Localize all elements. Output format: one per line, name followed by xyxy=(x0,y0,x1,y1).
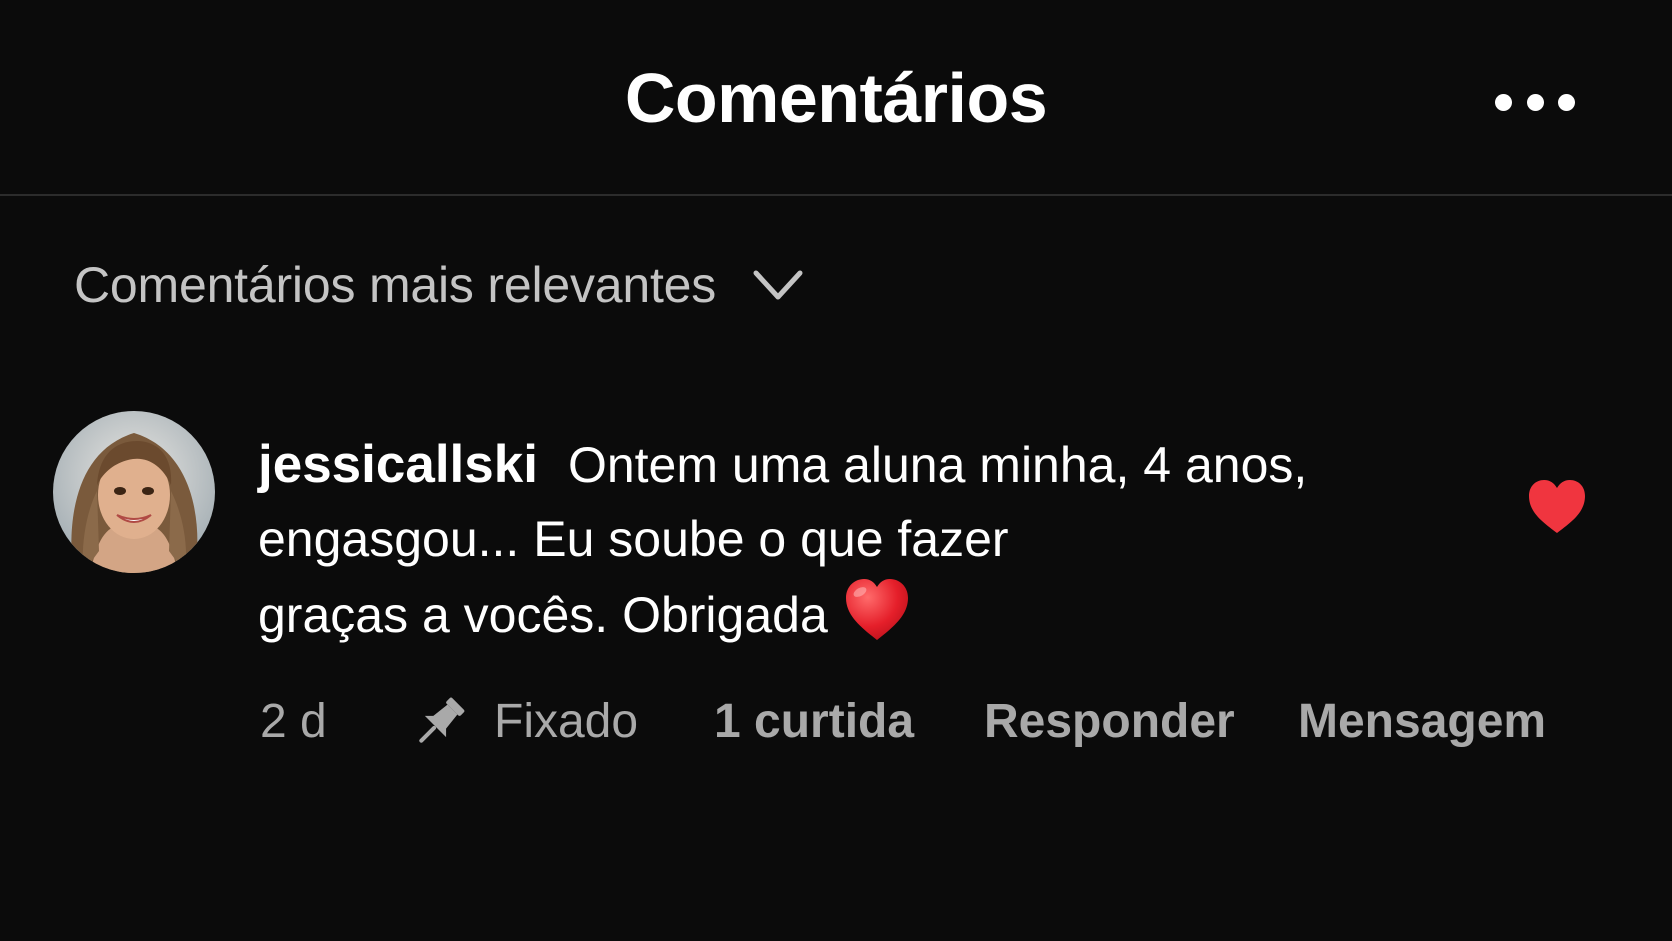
heart-emoji-icon xyxy=(845,579,908,640)
pin-icon xyxy=(419,697,465,743)
reply-button[interactable]: Responder xyxy=(984,690,1235,754)
sort-label: Comentários mais relevantes xyxy=(74,257,717,313)
comment-line-1: jessicallski Ontem uma aluna minha, 4 ano… xyxy=(258,428,1398,502)
chevron-down-icon xyxy=(753,270,803,300)
more-options-button[interactable] xyxy=(1495,80,1575,124)
message-button[interactable]: Mensagem xyxy=(1298,690,1546,754)
comment-body: jessicallski Ontem uma aluna minha, 4 ano… xyxy=(258,428,1398,652)
page-title: Comentários xyxy=(624,59,1048,137)
comment-text-line: engasgou... Eu soube o que fazer xyxy=(258,511,1009,567)
header-bar: Comentários xyxy=(0,0,1672,196)
like-heart-icon[interactable] xyxy=(1526,478,1588,536)
more-horizontal-icon xyxy=(1495,93,1512,111)
comment-text-line: graças a vocês. Obrigada xyxy=(258,587,828,643)
comment-timestamp: 2 d xyxy=(260,695,327,748)
avatar[interactable] xyxy=(53,411,215,573)
pinned-label: Fixado xyxy=(494,695,639,748)
more-horizontal-icon-dot xyxy=(1526,93,1544,111)
comment-text-line: Ontem uma aluna minha, 4 anos, xyxy=(567,437,1308,493)
sort-dropdown[interactable]: Comentários mais relevantes xyxy=(74,255,804,315)
comment-line-3: graças a vocês. Obrigada xyxy=(258,576,1398,652)
comment-username[interactable]: jessicallski xyxy=(258,435,538,494)
likes-count-link[interactable]: 1 curtida xyxy=(714,690,914,754)
more-horizontal-icon-dot xyxy=(1558,93,1575,111)
comment-actions: 2 d Fixado 1 curtida Responder Mensagem xyxy=(258,690,1618,754)
